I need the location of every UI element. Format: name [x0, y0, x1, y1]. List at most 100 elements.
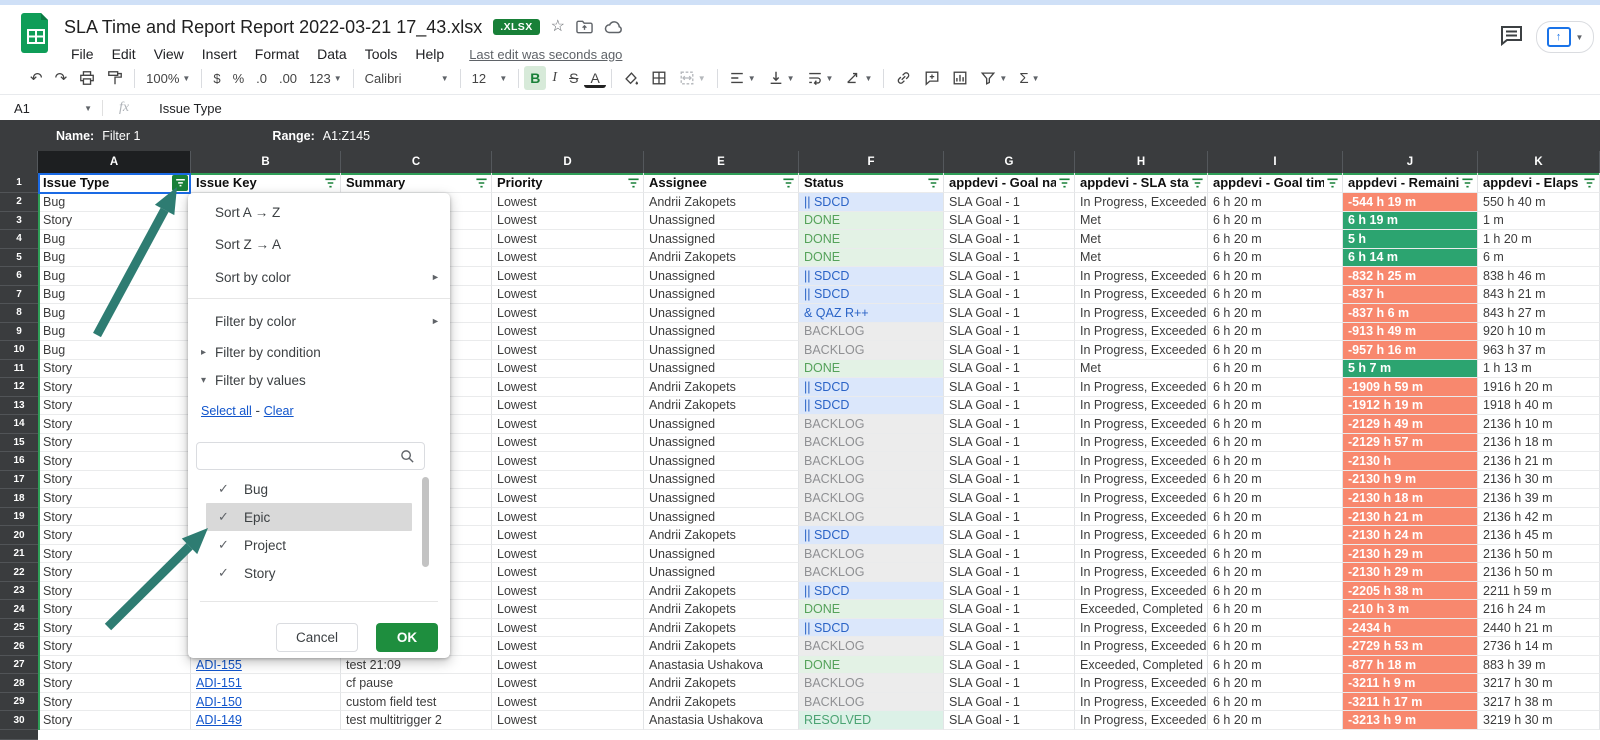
star-icon[interactable]: ☆	[551, 19, 565, 35]
menu-item-filter-by-values[interactable]: Filter by values	[215, 373, 306, 388]
column-header-I[interactable]: I	[1208, 151, 1343, 173]
name-box[interactable]: A1 ▼	[0, 101, 102, 116]
cell-F9[interactable]: BACKLOG	[799, 323, 944, 342]
cell-F15[interactable]: BACKLOG	[799, 434, 944, 453]
text-wrap-button[interactable]: ▼	[801, 66, 840, 90]
filter-icon[interactable]	[475, 176, 488, 189]
cell-E5[interactable]: Andrii Zakopets	[644, 249, 799, 268]
cell-B30[interactable]: ADI-149	[191, 711, 341, 730]
cell-I23[interactable]: 6 h 20 m	[1208, 582, 1343, 601]
cell-D14[interactable]: Lowest	[492, 415, 644, 434]
row-header-12[interactable]: 12	[0, 378, 38, 397]
cell-C29[interactable]: custom field test	[341, 693, 492, 712]
cell-H30[interactable]: In Progress, Exceeded	[1075, 711, 1208, 730]
cell-E14[interactable]: Unassigned	[644, 415, 799, 434]
cell-D11[interactable]: Lowest	[492, 360, 644, 379]
cell-K15[interactable]: 2136 h 18 m	[1478, 434, 1600, 453]
filter-icon[interactable]	[1583, 176, 1596, 189]
cell-E30[interactable]: Anastasia Ushakova	[644, 711, 799, 730]
cell-J9[interactable]: -913 h 49 m	[1343, 323, 1478, 342]
insert-chart-button[interactable]	[946, 66, 974, 90]
menu-help[interactable]: Help	[406, 45, 453, 63]
cell-E20[interactable]: Andrii Zakopets	[644, 526, 799, 545]
cell-G25[interactable]: SLA Goal - 1	[944, 619, 1075, 638]
horizontal-align-button[interactable]: ▼	[723, 66, 762, 90]
column-header-G[interactable]: G	[944, 151, 1075, 173]
row-header-1[interactable]: 1	[0, 173, 38, 193]
cell-H16[interactable]: In Progress, Exceeded	[1075, 452, 1208, 471]
row-header-5[interactable]: 5	[0, 249, 38, 268]
cell-H7[interactable]: In Progress, Exceeded	[1075, 286, 1208, 305]
cell-D21[interactable]: Lowest	[492, 545, 644, 564]
cell-J3[interactable]: 6 h 19 m	[1343, 212, 1478, 231]
cell-D8[interactable]: Lowest	[492, 304, 644, 323]
font-select[interactable]: Calibri▼	[359, 67, 455, 90]
collapsed-caret-icon[interactable]: ▸	[201, 347, 206, 358]
cell-E8[interactable]: Unassigned	[644, 304, 799, 323]
cell-A8[interactable]: Bug	[38, 304, 191, 323]
cell-J20[interactable]: -2130 h 24 m	[1343, 526, 1478, 545]
cell-A15[interactable]: Story	[38, 434, 191, 453]
cell-J12[interactable]: -1909 h 59 m	[1343, 378, 1478, 397]
ok-button[interactable]: OK	[376, 623, 438, 652]
menu-item-filter-by-condition[interactable]: Filter by condition	[215, 345, 321, 360]
header-cell-G[interactable]: appdevi - Goal nam	[944, 173, 1075, 193]
cell-D10[interactable]: Lowest	[492, 341, 644, 360]
cell-F26[interactable]: BACKLOG	[799, 637, 944, 656]
cell-I28[interactable]: 6 h 20 m	[1208, 674, 1343, 693]
menu-tools[interactable]: Tools	[356, 45, 407, 63]
cell-B29[interactable]: ADI-150	[191, 693, 341, 712]
cell-E11[interactable]: Unassigned	[644, 360, 799, 379]
cell-B28[interactable]: ADI-151	[191, 674, 341, 693]
cell-A28[interactable]: Story	[38, 674, 191, 693]
cell-I6[interactable]: 6 h 20 m	[1208, 267, 1343, 286]
cell-H13[interactable]: In Progress, Exceeded	[1075, 397, 1208, 416]
insert-comment-button[interactable]	[918, 66, 946, 90]
increase-decimal-button[interactable]: .00	[273, 67, 303, 90]
borders-button[interactable]	[645, 66, 673, 90]
cell-E16[interactable]: Unassigned	[644, 452, 799, 471]
cell-E26[interactable]: Andrii Zakopets	[644, 637, 799, 656]
row-header-16[interactable]: 16	[0, 452, 38, 471]
cell-J10[interactable]: -957 h 16 m	[1343, 341, 1478, 360]
filter-value-bug[interactable]: ✓Bug	[188, 475, 428, 503]
cell-I16[interactable]: 6 h 20 m	[1208, 452, 1343, 471]
cell-H5[interactable]: Met	[1075, 249, 1208, 268]
row-header-25[interactable]: 25	[0, 619, 38, 638]
row-header-26[interactable]: 26	[0, 637, 38, 656]
cell-D29[interactable]: Lowest	[492, 693, 644, 712]
cell-K6[interactable]: 838 h 46 m	[1478, 267, 1600, 286]
cell-A20[interactable]: Story	[38, 526, 191, 545]
cell-J16[interactable]: -2130 h	[1343, 452, 1478, 471]
cell-I5[interactable]: 6 h 20 m	[1208, 249, 1343, 268]
cell-E6[interactable]: Unassigned	[644, 267, 799, 286]
filter-icon[interactable]	[1461, 176, 1474, 189]
header-cell-A[interactable]: Issue Type	[38, 173, 191, 193]
cell-F11[interactable]: DONE	[799, 360, 944, 379]
cell-F2[interactable]: || SDCD	[799, 193, 944, 212]
cell-A27[interactable]: Story	[38, 656, 191, 675]
cell-I27[interactable]: 6 h 20 m	[1208, 656, 1343, 675]
row-header-10[interactable]: 10	[0, 341, 38, 360]
cell-H20[interactable]: In Progress, Exceeded	[1075, 526, 1208, 545]
menu-data[interactable]: Data	[308, 45, 356, 63]
cell-H25[interactable]: In Progress, Exceeded	[1075, 619, 1208, 638]
cloud-status-icon[interactable]	[604, 20, 623, 34]
row-header-9[interactable]: 9	[0, 323, 38, 342]
cell-D4[interactable]: Lowest	[492, 230, 644, 249]
filter-range-value[interactable]: A1:Z145	[323, 129, 370, 143]
cell-K29[interactable]: 3217 h 38 m	[1478, 693, 1600, 712]
cell-J18[interactable]: -2130 h 18 m	[1343, 489, 1478, 508]
cell-D23[interactable]: Lowest	[492, 582, 644, 601]
format-currency-button[interactable]: $	[207, 67, 226, 90]
cell-E7[interactable]: Unassigned	[644, 286, 799, 305]
cell-G12[interactable]: SLA Goal - 1	[944, 378, 1075, 397]
cell-I11[interactable]: 6 h 20 m	[1208, 360, 1343, 379]
header-cell-F[interactable]: Status	[799, 173, 944, 193]
row-header-15[interactable]: 15	[0, 434, 38, 453]
cell-F28[interactable]: BACKLOG	[799, 674, 944, 693]
cell-K20[interactable]: 2136 h 45 m	[1478, 526, 1600, 545]
cell-F3[interactable]: DONE	[799, 212, 944, 231]
cell-K3[interactable]: 1 m	[1478, 212, 1600, 231]
cell-A26[interactable]: Story	[38, 637, 191, 656]
